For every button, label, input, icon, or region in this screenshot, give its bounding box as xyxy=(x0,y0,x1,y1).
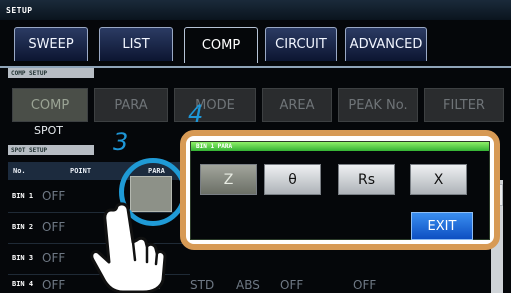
cell-value: ABS xyxy=(236,278,260,292)
para-option-z[interactable]: Z xyxy=(200,164,257,195)
point-value: OFF xyxy=(42,220,66,234)
tab-circuit[interactable]: CIRCUIT xyxy=(265,27,337,61)
bin-label: BIN 2 xyxy=(12,223,34,231)
para-option-theta[interactable]: θ xyxy=(264,164,321,195)
para-select-dialog: BIN 1 PARA Z θ Rs X EXIT xyxy=(190,141,490,240)
para-button[interactable]: PARA xyxy=(94,88,168,122)
cell-value: OFF xyxy=(280,278,304,292)
para-option-rs[interactable]: Rs xyxy=(338,164,395,195)
screen-header: SETUP xyxy=(0,0,511,20)
comp-setup-section-label: COMP SETUP xyxy=(8,68,94,78)
spot-setup-section-label: SPOT SETUP xyxy=(8,145,94,155)
bin-label: BIN 4 xyxy=(12,280,34,288)
mode-button[interactable]: MODE xyxy=(174,88,256,122)
point-value: OFF xyxy=(42,278,66,292)
tab-list[interactable]: LIST xyxy=(99,27,173,61)
para-option-x[interactable]: X xyxy=(410,164,467,195)
tab-bar: SWEEP LIST COMP CIRCUIT ADVANCED xyxy=(0,24,511,68)
bin-label: BIN 1 xyxy=(12,192,34,200)
filter-button[interactable]: FILTER xyxy=(424,88,504,122)
comp-mode-value: SPOT xyxy=(34,124,63,137)
point-value: OFF xyxy=(42,251,66,265)
column-no: No. xyxy=(13,167,26,175)
tab-advanced[interactable]: ADVANCED xyxy=(345,27,427,61)
comp-button[interactable]: COMP xyxy=(12,88,88,122)
step-3-number: 3 xyxy=(113,128,129,156)
cell-value: OFF xyxy=(353,278,377,292)
hand-pointer-icon xyxy=(90,202,167,293)
point-value: OFF xyxy=(42,189,66,203)
area-button[interactable]: AREA xyxy=(262,88,332,122)
cell-value: STD xyxy=(190,278,215,292)
step-4-number: 4 xyxy=(188,100,204,128)
column-point: POINT xyxy=(70,167,92,175)
peak-no-button[interactable]: PEAK No. xyxy=(338,88,418,122)
exit-button[interactable]: EXIT xyxy=(411,212,473,240)
tab-comp[interactable]: COMP xyxy=(184,27,258,63)
bin-label: BIN 3 xyxy=(12,254,34,262)
dialog-title: BIN 1 PARA xyxy=(191,142,489,151)
tab-sweep[interactable]: SWEEP xyxy=(14,27,88,61)
table-row[interactable]: BIN 4 OFF Z STD ABS OFF OFF xyxy=(8,276,488,293)
screen-title: SETUP xyxy=(6,6,33,15)
